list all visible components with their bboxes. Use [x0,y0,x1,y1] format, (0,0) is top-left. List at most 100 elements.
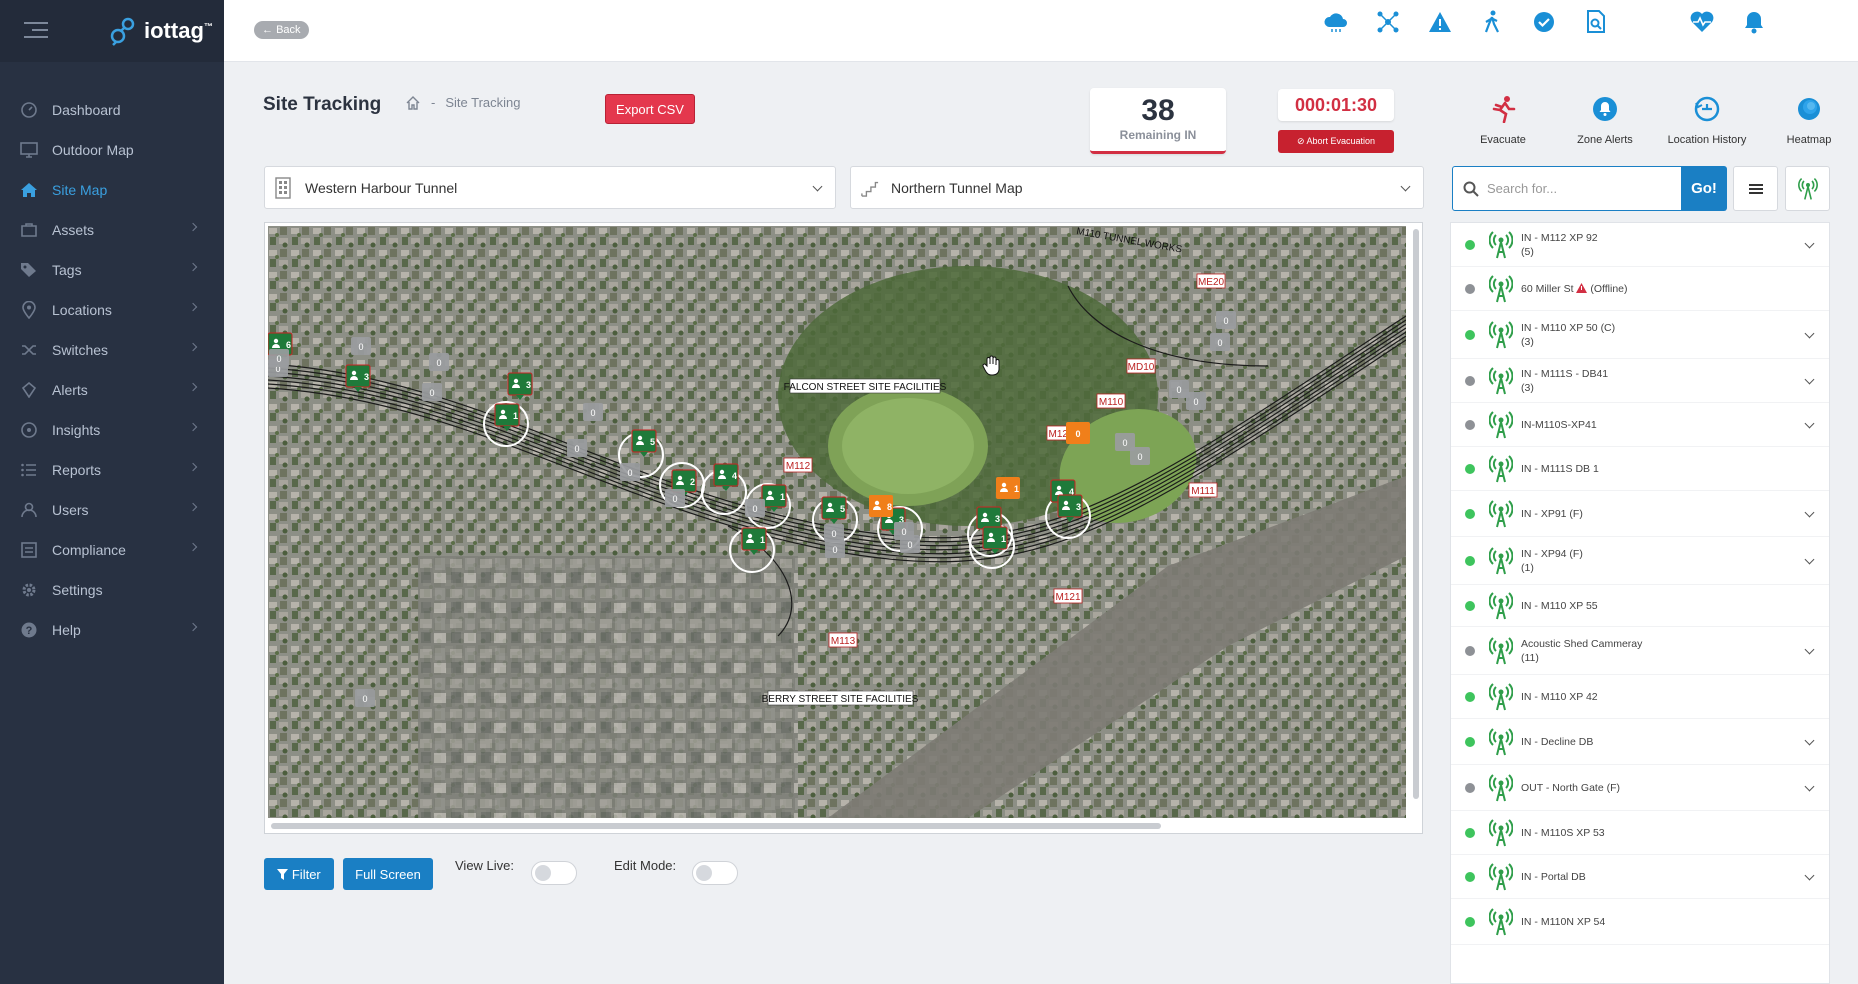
heatmap-tile[interactable]: Heatmap [1758,94,1858,146]
search-input[interactable] [1487,181,1647,196]
device-list-item[interactable]: IN - Decline DB [1451,719,1829,765]
empty-zone-marker[interactable]: 0 [745,499,765,517]
heart-pulse-icon[interactable] [1688,8,1716,36]
empty-zone-marker[interactable]: 0 [665,489,685,507]
site-map-viewer[interactable]: M112 M110 MD10 ME20 M111 M120 M121 M113 6331524… [264,222,1423,834]
empty-zone-marker[interactable]: 0 [1186,392,1206,410]
sidebar-item-compliance[interactable]: Compliance [0,530,224,570]
empty-zone-marker[interactable]: 0 [1210,333,1230,351]
cloud-icon[interactable] [1322,8,1350,36]
sidebar-item-outdoor-map[interactable]: Outdoor Map [0,130,224,170]
chevron-down-icon[interactable] [1804,781,1815,791]
empty-zone-marker[interactable]: 0 [583,403,603,421]
personnel-marker-orange[interactable]: 0 [1066,422,1090,444]
edit-mode-toggle[interactable] [692,861,738,885]
chevron-down-icon[interactable] [1804,554,1815,564]
sidebar-item-help[interactable]: ? Help [0,610,224,650]
zone-tag-label[interactable]: M113 [828,632,858,648]
device-list-item[interactable]: IN - M110 XP 42 [1451,675,1829,719]
back-button[interactable]: ← Back [254,21,309,39]
empty-zone-marker[interactable]: 0 [620,463,640,481]
sidebar-item-assets[interactable]: Assets [0,210,224,250]
zone-tag-label[interactable]: M112 [783,457,813,473]
zone-tag-label[interactable]: M110 [1096,393,1126,409]
chevron-down-icon[interactable] [1804,507,1815,517]
device-list-item[interactable]: IN - M111S - DB41 (3) [1451,359,1829,403]
map-select[interactable]: Northern Tunnel Map [850,166,1424,209]
empty-zone-marker[interactable]: 0 [1130,447,1150,465]
empty-zone-marker[interactable]: 0 [900,535,920,553]
go-button[interactable]: Go! [1681,166,1727,211]
document-search-icon[interactable] [1582,8,1610,36]
device-list-item[interactable]: IN - XP91 (F) [1451,491,1829,537]
map-horizontal-scrollbar[interactable] [271,823,1161,829]
sidebar-item-site-map[interactable]: Site Map [0,170,224,210]
sidebar-item-dashboard[interactable]: Dashboard [0,90,224,130]
device-list-item[interactable]: IN - Portal DB [1451,855,1829,899]
empty-zone-marker[interactable]: 0 [567,439,587,457]
sidebar-item-reports[interactable]: Reports [0,450,224,490]
hamburger-menu-icon[interactable] [24,22,48,40]
sidebar-item-settings[interactable]: Settings [0,570,224,610]
chevron-down-icon[interactable] [1804,328,1815,338]
map-canvas[interactable]: M112 M110 MD10 ME20 M111 M120 M121 M113 6331524… [268,226,1406,818]
empty-zone-marker[interactable]: 0 [824,524,844,542]
chevron-down-icon[interactable] [1804,238,1815,248]
personnel-marker-orange[interactable]: 8 [869,495,893,517]
chevron-down-icon[interactable] [1804,374,1815,384]
bell-icon[interactable] [1740,8,1768,36]
warning-icon[interactable] [1426,8,1454,36]
device-list-item[interactable]: IN - XP94 (F) (1) [1451,537,1829,585]
logo[interactable]: iottag™ [108,16,213,46]
chevron-down-icon[interactable] [1804,644,1815,654]
empty-zone-marker[interactable]: 0 [422,383,442,401]
device-list-item[interactable]: IN - M110 XP 55 [1451,585,1829,627]
sidebar-item-alerts[interactable]: Alerts [0,370,224,410]
empty-zone-marker[interactable]: 0 [429,353,449,371]
personnel-marker-orange[interactable]: 1 [996,477,1020,499]
device-list-item[interactable]: IN - M111S DB 1 [1451,447,1829,491]
person-walk-icon[interactable] [1478,8,1506,36]
export-csv-button[interactable]: Export CSV [605,94,695,124]
device-list-item[interactable]: OUT - North Gate (F) [1451,765,1829,811]
sidebar-item-locations[interactable]: Locations [0,290,224,330]
check-circle-icon[interactable] [1530,8,1558,36]
aerial-map[interactable]: M112M110MD10ME20M111M120M121M113 6331524… [268,226,1406,818]
empty-zone-marker[interactable]: 0 [1216,311,1236,329]
zone-tag-label[interactable]: M121 [1053,588,1083,604]
empty-zone-marker[interactable]: 0 [825,540,845,558]
device-list-item[interactable]: IN - M112 XP 92 (5) [1451,223,1829,267]
map-vertical-scrollbar[interactable] [1413,229,1419,799]
zone-alerts-tile[interactable]: Zone Alerts [1554,94,1656,146]
abort-evacuation-button[interactable]: ⊘ Abort Evacuation [1278,130,1394,153]
chevron-down-icon[interactable] [1804,735,1815,745]
list-view-button[interactable] [1733,166,1778,211]
site-select[interactable]: Western Harbour Tunnel [264,166,836,209]
location-history-tile[interactable]: Location History [1656,94,1758,146]
empty-zone-marker[interactable]: 0 [269,349,289,367]
device-list-item[interactable]: 60 Miller St (Offline) [1451,267,1829,311]
device-list-item[interactable]: IN - M110S XP 53 [1451,811,1829,855]
sidebar-item-tags[interactable]: Tags [0,250,224,290]
empty-zone-marker[interactable]: 0 [355,689,375,707]
home-breadcrumb-icon[interactable] [405,95,421,110]
device-list-item[interactable]: IN - M110N XP 54 [1451,899,1829,945]
sidebar-item-insights[interactable]: Insights [0,410,224,450]
full-screen-button[interactable]: Full Screen [343,858,433,890]
device-list-item[interactable]: IN-M110S-XP41 [1451,403,1829,447]
filter-button[interactable]: Filter [264,858,334,890]
view-live-toggle[interactable] [531,861,577,885]
chevron-down-icon[interactable] [1804,418,1815,428]
device-list-item[interactable]: Acoustic Shed Cammeray (11) [1451,627,1829,675]
antenna-view-button[interactable] [1785,166,1830,211]
zone-tag-label[interactable]: M111 [1188,482,1218,498]
network-icon[interactable] [1374,8,1402,36]
evacuate-tile[interactable]: Evacuate [1452,94,1554,146]
chevron-down-icon[interactable] [1804,870,1815,880]
sidebar-item-switches[interactable]: Switches [0,330,224,370]
zone-tag-label[interactable]: MD10 [1126,358,1156,374]
zone-tag-label[interactable]: ME20 [1196,273,1226,289]
breadcrumb-current[interactable]: Site Tracking [445,95,520,110]
device-list-item[interactable]: IN - M110 XP 50 (C) (3) [1451,311,1829,359]
empty-zone-marker[interactable]: 0 [351,337,371,355]
